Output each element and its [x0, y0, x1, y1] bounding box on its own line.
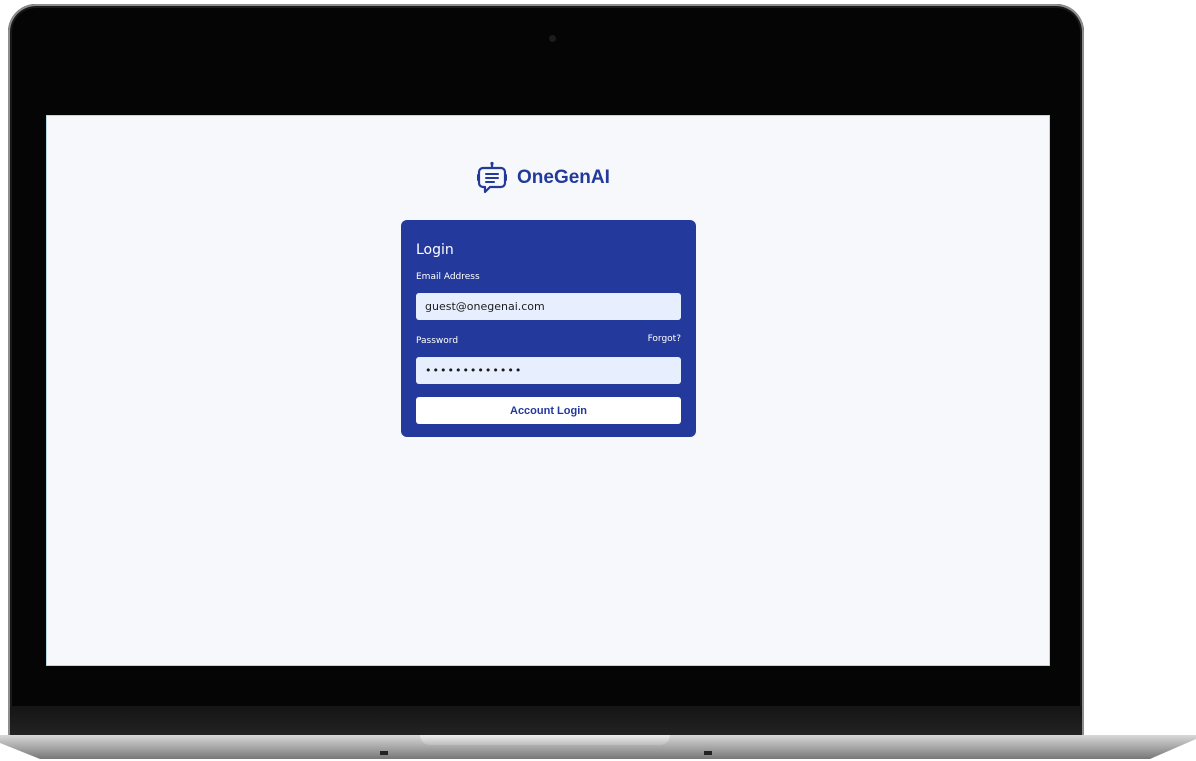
account-login-button[interactable]: Account Login [416, 397, 681, 424]
laptop-bezel-bottom [10, 706, 1082, 736]
camera-dot [549, 35, 556, 42]
brand-logo: OneGenAI [477, 161, 610, 195]
laptop-foot-right [704, 751, 712, 755]
login-card: Login Email Address Password Forgot? Acc… [401, 220, 696, 437]
brand-name: OneGenAI [517, 167, 610, 188]
chatbot-icon [477, 161, 507, 195]
password-input[interactable] [416, 357, 681, 384]
laptop-foot-left [380, 751, 388, 755]
login-title: Login [416, 242, 454, 258]
laptop-base-notch [420, 735, 670, 745]
forgot-password-link[interactable]: Forgot? [648, 334, 681, 344]
email-input[interactable] [416, 293, 681, 320]
password-label: Password [416, 336, 459, 346]
email-label: Email Address [416, 272, 480, 282]
